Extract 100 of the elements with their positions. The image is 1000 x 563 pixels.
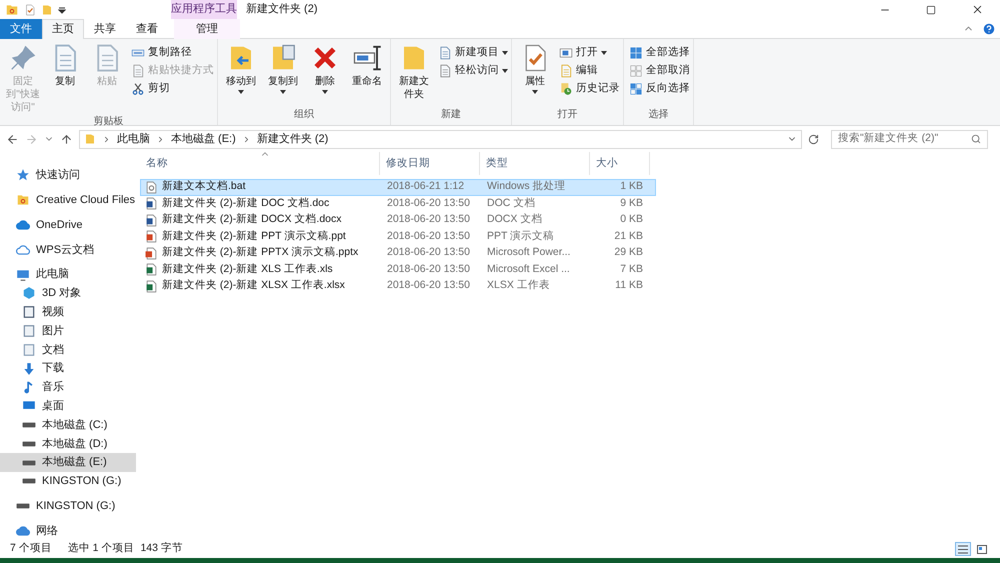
check-document-icon	[24, 4, 36, 16]
column-header[interactable]: 名称	[140, 152, 380, 175]
up-icon[interactable]	[60, 132, 73, 146]
ribbon-button[interactable]: 新建文件夹	[394, 43, 434, 107]
ribbon-tab[interactable]: 文件	[0, 19, 42, 39]
nav-label: WPS云文档	[36, 242, 94, 258]
ribbon-button[interactable]: 复制	[45, 43, 85, 114]
ribbon-small-button[interactable]: 剪切	[131, 81, 214, 96]
nav-label: 此电脑	[36, 266, 69, 282]
nav-item[interactable]: 本地磁盘 (E:)	[0, 453, 136, 472]
nav-label: 网络	[36, 524, 58, 539]
nav-label: 本地磁盘 (D:)	[42, 436, 108, 452]
ribbon-button[interactable]: 复制到	[263, 43, 303, 107]
drive-icon	[22, 440, 36, 447]
search-field[interactable]: 搜索"新建文件夹 (2)"	[831, 130, 988, 148]
selection-info: 选中 1 个项目	[68, 541, 134, 556]
column-header[interactable]: 大小	[590, 152, 650, 175]
group-label: 新建	[440, 108, 462, 122]
tiles-view-button[interactable]	[974, 542, 990, 556]
breadcrumb[interactable]: 此电脑	[117, 130, 150, 148]
spreadsheet-document-icon	[145, 263, 158, 276]
ribbon-tab[interactable]: 共享	[84, 19, 126, 39]
date-cell-text: 2018-06-20 13:50	[386, 278, 471, 294]
nav-item[interactable]: 快速访问	[0, 166, 136, 185]
nav-item[interactable]: 音乐	[0, 378, 136, 397]
file-row[interactable]: 新建文件夹 (2)-新建 PPTX 演示文稿.pptx 2018-06-20 13:50 Microsoft Power... 29 KB	[140, 245, 656, 262]
nav-label: 本地磁盘 (C:)	[42, 418, 108, 433]
type-cell-text: Microsoft Power...	[486, 245, 572, 260]
back-icon[interactable]	[6, 132, 19, 146]
nav-item[interactable]: 文档	[0, 340, 136, 360]
nav-label: 图片	[42, 324, 64, 339]
nav-item[interactable]: 下载	[0, 359, 136, 378]
nav-item[interactable]: 本地磁盘 (C:)	[0, 416, 136, 434]
nav-item[interactable]: KINGSTON (G:)	[0, 496, 136, 516]
date-cell-text: 2018-06-21 1:12	[386, 179, 466, 194]
nav-item[interactable]: 图片	[0, 322, 136, 340]
date-cell-text: 2018-06-20 13:50	[386, 212, 471, 228]
ribbon-small-button[interactable]: 反向选择	[629, 81, 690, 96]
file-row[interactable]: 新建文件夹 (2)-新建 XLSX 工作表.xlsx 2018-06-20 13:50 XLSX 工作表 11 KB	[140, 278, 656, 294]
file-row[interactable]: 新建文件夹 (2)-新建 DOCX 文档.docx 2018-06-20 13:50 DOCX 文档 0 KB	[140, 212, 656, 228]
help-icon[interactable]	[982, 22, 996, 36]
nav-item[interactable]: KINGSTON (G:)	[0, 472, 136, 491]
nav-item[interactable]: Creative Cloud Files	[0, 190, 136, 210]
nav-label: 快速访问	[36, 168, 80, 184]
file-row[interactable]: 新建文件夹 (2)-新建 DOC 文档.doc 2018-06-20 13:50 DOC 文档 9 KB	[140, 196, 656, 212]
dropdown-icon[interactable]	[58, 6, 66, 14]
size-cell-text: 11 KB	[614, 278, 644, 294]
nav-item[interactable]: WPS云文档	[0, 240, 136, 260]
group-label: 组织	[293, 108, 315, 122]
size-cell-text: 1 KB	[619, 179, 644, 194]
type-cell-text: XLSX 工作表	[486, 278, 551, 294]
details-view-button[interactable]	[955, 542, 971, 556]
breadcrumb[interactable]: 本地磁盘 (E:)	[171, 130, 236, 148]
nav-item[interactable]: 此电脑	[0, 265, 136, 284]
scissors-icon	[131, 82, 145, 96]
ribbon-tab[interactable]: 管理	[174, 19, 240, 39]
refresh-icon[interactable]	[808, 134, 819, 144]
column-header[interactable]: 修改日期	[380, 152, 480, 175]
address-bar[interactable]: 此电脑 本地磁盘 (E:) 新建文件夹 (2)	[79, 130, 802, 148]
nav-item[interactable]: 本地磁盘 (D:)	[0, 434, 136, 454]
nav-item[interactable]: 视频	[0, 302, 136, 322]
file-name: 新建文件夹 (2)-新建 PPTX 演示文稿.pptx	[162, 245, 358, 260]
nav-label: 本地磁盘 (E:)	[42, 455, 107, 470]
presentation-document-icon	[145, 230, 158, 244]
type-cell-text: Windows 批处理	[486, 179, 567, 194]
breadcrumb[interactable]: 新建文件夹 (2)	[256, 130, 328, 148]
ribbon-small-button[interactable]: 复制路径	[131, 45, 214, 60]
grid-outline-icon	[629, 64, 643, 78]
ribbon-small-button[interactable]: 打开	[559, 45, 620, 60]
down-arrow-icon	[22, 362, 36, 376]
nav-item[interactable]: 3D 对象	[0, 284, 136, 303]
ribbon-small-button[interactable]: 历史记录	[559, 81, 620, 96]
folder-icon	[16, 193, 30, 208]
ribbon-small-button[interactable]: 编辑	[559, 63, 620, 78]
ribbon-button[interactable]: 重命名	[347, 43, 387, 107]
nav-item[interactable]: 桌面	[0, 396, 136, 416]
file-name: 新建文件夹 (2)-新建 PPT 演示文稿.ppt	[162, 228, 346, 244]
ribbon-button[interactable]: 移动到	[221, 43, 261, 107]
nav-item[interactable]: 网络	[0, 522, 136, 540]
spreadsheet-document-icon	[145, 280, 158, 293]
file-row[interactable]: 新建文件夹 (2)-新建 XLS 工作表.xls 2018-06-20 13:50 Microsoft Excel ... 7 KB	[140, 262, 656, 278]
nav-label: 音乐	[42, 380, 64, 396]
ribbon-tab[interactable]: 查看	[126, 19, 168, 39]
file-row[interactable]: 新建文本文档.bat 2018-06-21 1:12 Windows 批处理 1 KB	[140, 179, 656, 196]
nav-label: 视频	[42, 304, 64, 320]
file-row[interactable]: 新建文件夹 (2)-新建 PPT 演示文稿.ppt 2018-06-20 13:50 PPT 演示文稿 21 KB	[140, 228, 656, 245]
cube-icon	[22, 286, 36, 300]
selection-size: 143 字节	[140, 541, 183, 556]
ribbon-button[interactable]: 属性	[515, 43, 555, 107]
ribbon-button[interactable]: 删除	[305, 43, 345, 107]
ribbon-small-button[interactable]: 全部选择	[629, 45, 690, 60]
ribbon-small-button[interactable]: 轻松访问	[438, 63, 508, 78]
size-cell-text: 9 KB	[619, 196, 644, 211]
file-name: 新建文本文档.bat	[162, 179, 246, 194]
item-count: 7 个项目	[10, 541, 52, 556]
ribbon-tab[interactable]: 主页	[42, 19, 84, 39]
ribbon-small-button[interactable]: 全部取消	[629, 63, 690, 78]
ribbon-small-button[interactable]: 新建项目	[438, 45, 508, 60]
nav-item[interactable]: OneDrive	[0, 216, 136, 234]
column-header[interactable]: 类型	[480, 152, 590, 175]
